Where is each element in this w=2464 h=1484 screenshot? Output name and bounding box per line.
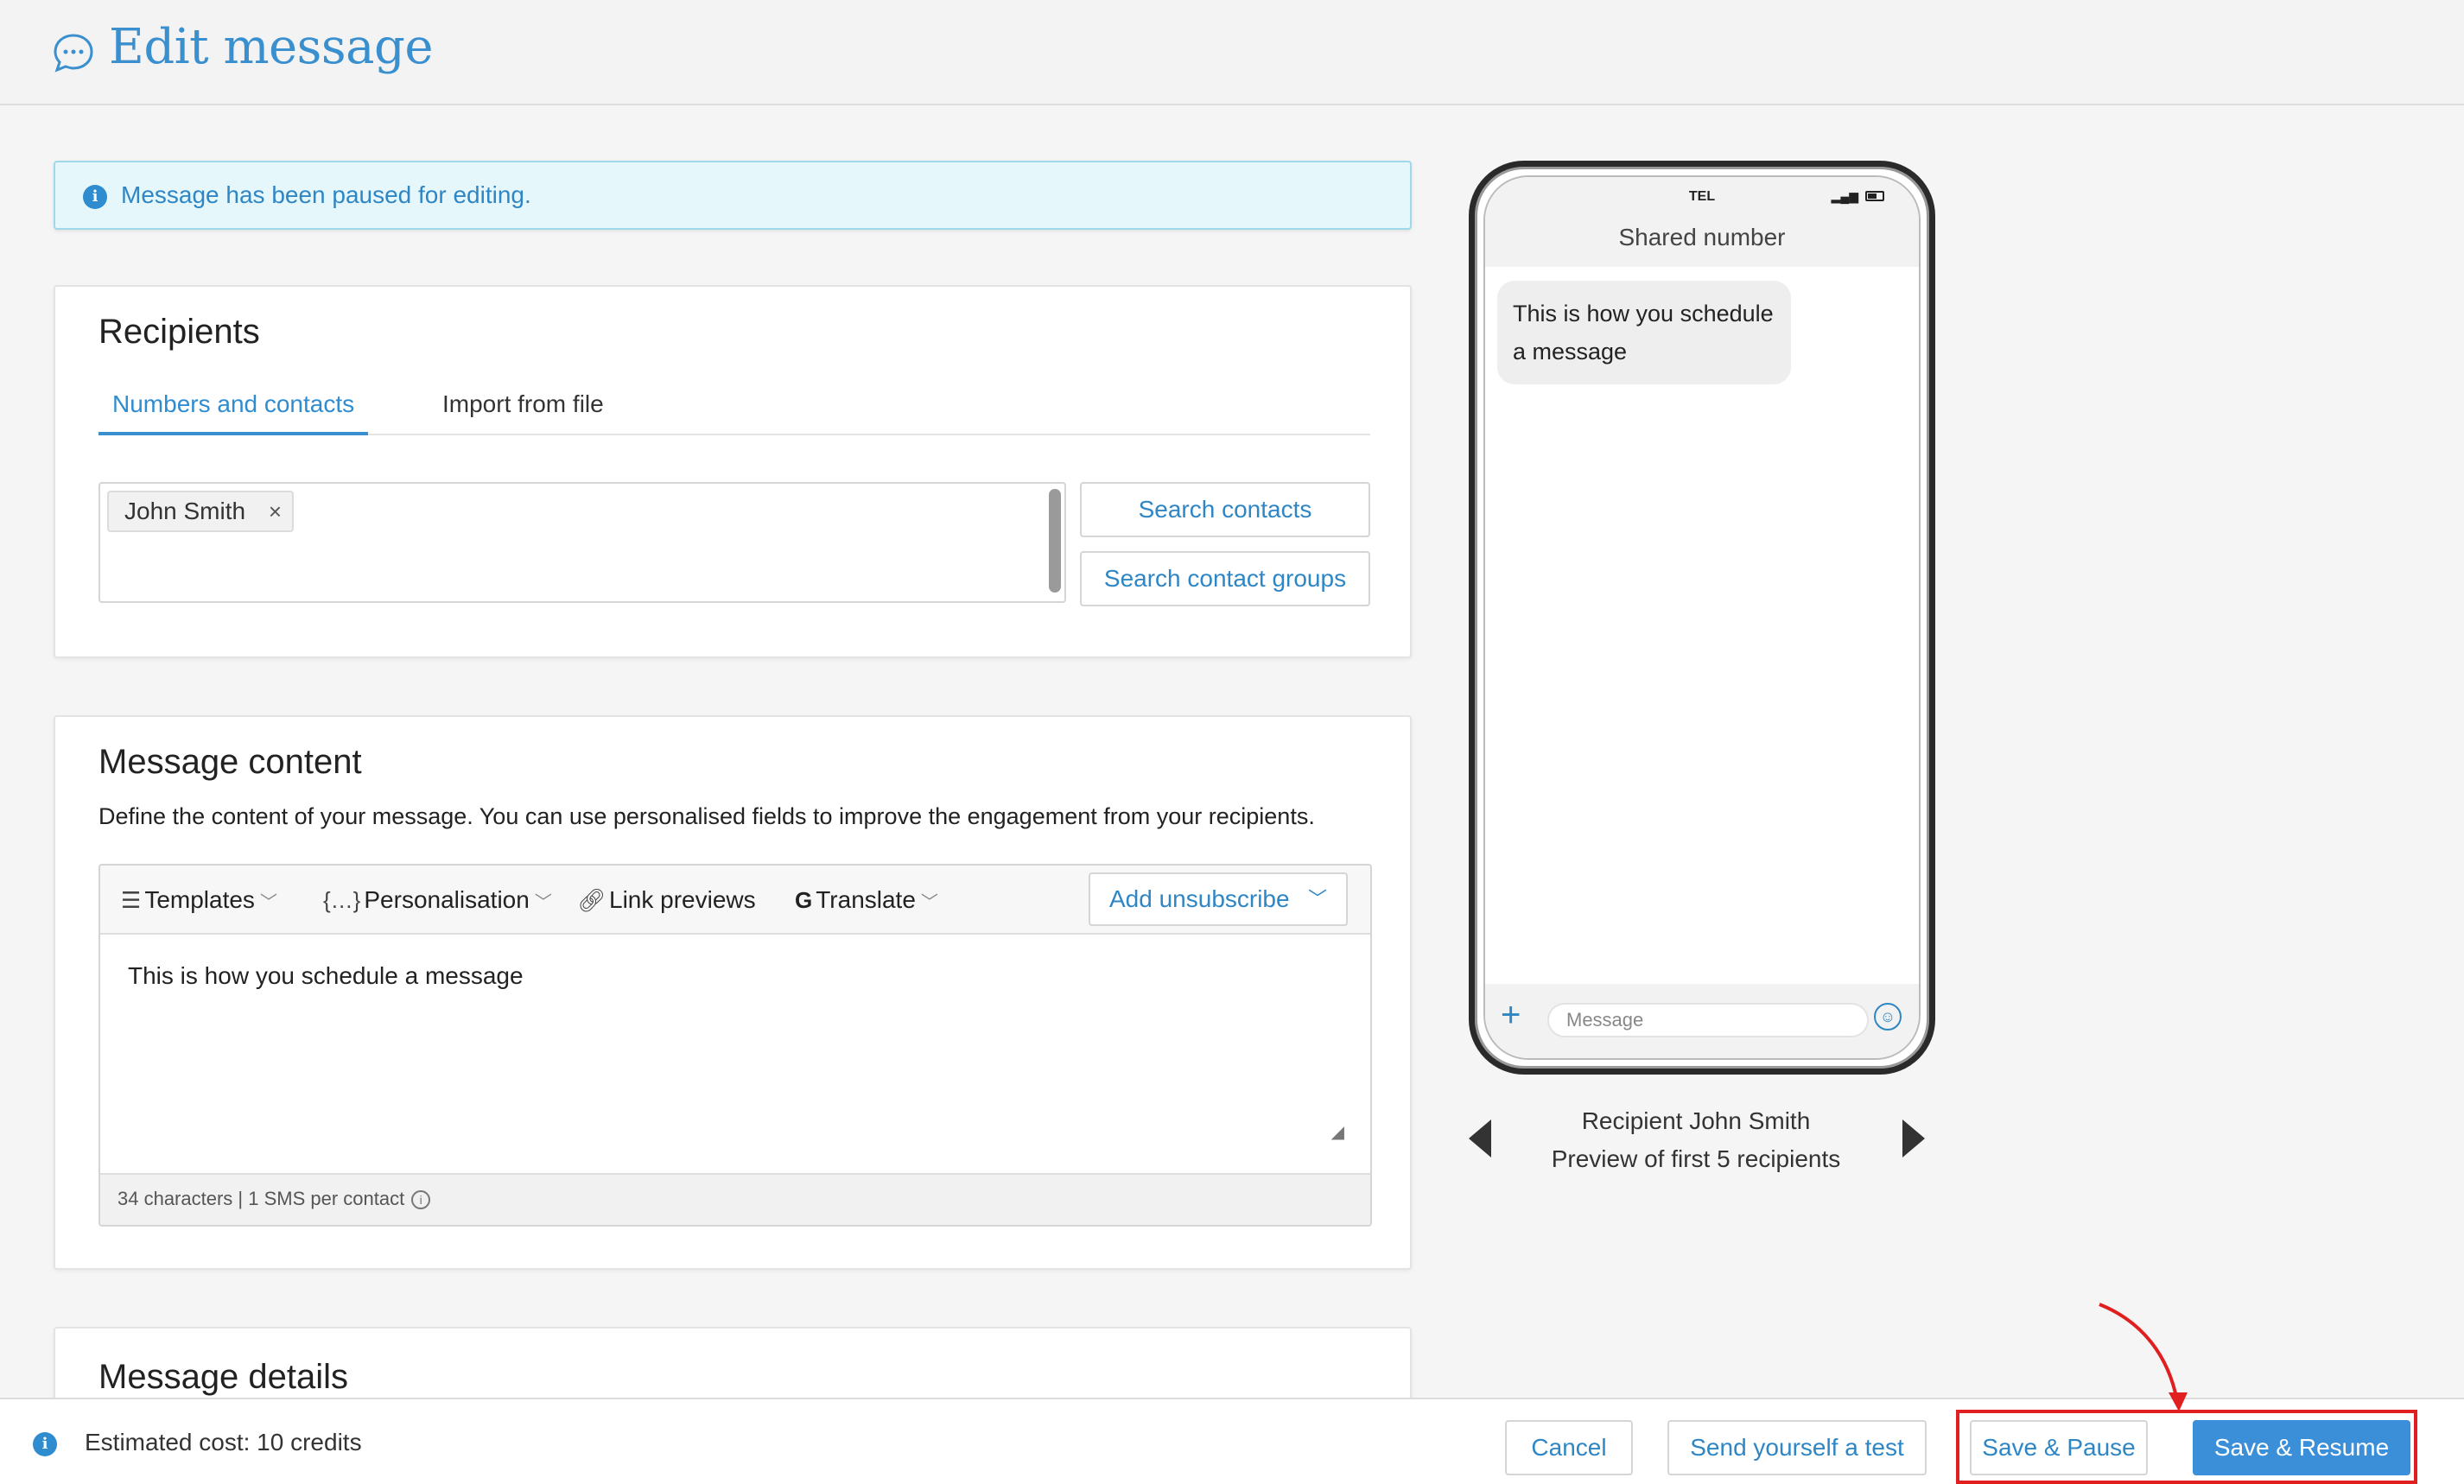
message-content-title: Message content [98, 743, 362, 781]
link-icon: 🔗︎ [577, 887, 606, 913]
page-title: Edit message [109, 19, 434, 75]
signal-icon: ▂▄▆ [1831, 189, 1858, 203]
save-resume-button[interactable]: Save & Resume [2193, 1420, 2410, 1475]
phone-composer: + Message ☺ [1485, 984, 1919, 1058]
add-unsubscribe-dropdown[interactable]: Add unsubscribe ﹀ [1089, 872, 1348, 926]
editor-toolbar: ☰ Templates ﹀ {…} Personalisation ﹀ 🔗︎ Link p… [100, 866, 1370, 935]
annotation-arrow-icon [2099, 1303, 2188, 1411]
save-pause-button[interactable]: Save & Pause [1970, 1420, 2148, 1475]
chevron-down-icon: ﹀ [1307, 888, 1327, 910]
tab-import-from-file[interactable]: Import from file [429, 387, 618, 435]
phone-message-field: Message [1547, 1003, 1869, 1037]
message-content-description: Define the content of your message. You … [98, 803, 1315, 829]
chevron-down-icon: ﹀ [920, 893, 938, 912]
translate-label: Translate [816, 886, 916, 913]
recipients-input[interactable]: John Smith × [98, 482, 1066, 603]
remove-chip-icon[interactable]: × [269, 492, 282, 530]
phone-header: TEL ▂▄▆ Shared number [1485, 177, 1919, 267]
chevron-down-icon: ﹀ [259, 893, 277, 912]
estimated-cost: Estimated cost: 10 credits [85, 1429, 362, 1455]
add-unsubscribe-label: Add unsubscribe [1109, 885, 1290, 912]
chat-bubble-icon [54, 34, 93, 73]
recipients-title: Recipients [98, 313, 260, 351]
phone-screen: TEL ▂▄▆ Shared number This is how you sc… [1483, 175, 1921, 1060]
plus-icon: + [1501, 996, 1521, 1034]
recipients-scrollbar[interactable] [1049, 489, 1061, 593]
battery-icon [1865, 191, 1884, 201]
templates-label: Templates [144, 886, 255, 913]
search-contact-groups-button[interactable]: Search contact groups [1080, 551, 1370, 606]
info-outline-icon[interactable]: i [411, 1190, 431, 1210]
templates-icon: ☰ [121, 887, 142, 913]
character-count-text: 34 characters | 1 SMS per contact [117, 1188, 405, 1209]
sender-name: Shared number [1618, 224, 1786, 251]
resize-handle-icon[interactable]: ◢ [1331, 1121, 1344, 1143]
emoji-icon: ☺ [1874, 1003, 1902, 1031]
link-previews-button[interactable]: 🔗︎ Link previews [577, 866, 756, 935]
character-count: 34 characters | 1 SMS per contact i [100, 1173, 1370, 1225]
recipient-chip-label: John Smith [124, 498, 246, 524]
translate-dropdown[interactable]: G Translate ﹀ [795, 866, 938, 935]
message-bubble: This is how you schedule a message [1497, 281, 1791, 384]
recipients-card: Recipients Numbers and contacts Import f… [54, 285, 1412, 658]
personalisation-dropdown[interactable]: {…} Personalisation ﹀ [323, 866, 552, 935]
message-content-card: Message content Define the content of yo… [54, 715, 1412, 1270]
paused-info-banner: i Message has been paused for editing. [54, 161, 1412, 230]
send-test-button[interactable]: Send yourself a test [1667, 1420, 1927, 1475]
preview-recipient-info: Recipient John Smith Preview of first 5 … [1521, 1102, 1871, 1178]
page-header: Edit message [0, 0, 2464, 105]
phone-preview: TEL ▂▄▆ Shared number This is how you sc… [1469, 161, 1935, 1075]
recipient-chip: John Smith × [107, 491, 295, 532]
previous-recipient-arrow-icon[interactable] [1469, 1119, 1491, 1157]
preview-recipient-name: Recipient John Smith [1581, 1107, 1811, 1134]
banner-text: Message has been paused for editing. [121, 181, 531, 208]
search-contacts-button[interactable]: Search contacts [1080, 482, 1370, 537]
message-details-title: Message details [98, 1358, 349, 1396]
personalisation-icon: {…} [323, 887, 361, 913]
message-editor: ☰ Templates ﹀ {…} Personalisation ﹀ 🔗︎ Link p… [98, 864, 1372, 1227]
recipients-tabs: Numbers and contacts Import from file [98, 387, 1370, 435]
message-textarea[interactable]: This is how you schedule a message [128, 962, 524, 990]
google-icon: G [795, 887, 813, 913]
preview-recipient-count: Preview of first 5 recipients [1551, 1145, 1841, 1172]
cancel-button[interactable]: Cancel [1505, 1420, 1633, 1475]
tab-numbers-and-contacts[interactable]: Numbers and contacts [98, 387, 369, 435]
info-icon: i [33, 1432, 57, 1456]
templates-dropdown[interactable]: ☰ Templates ﹀ [121, 866, 277, 935]
info-icon: i [83, 185, 107, 209]
link-previews-label: Link previews [609, 886, 756, 913]
personalisation-label: Personalisation [364, 886, 530, 913]
chevron-down-icon: ﹀ [534, 893, 552, 912]
next-recipient-arrow-icon[interactable] [1902, 1119, 1925, 1157]
